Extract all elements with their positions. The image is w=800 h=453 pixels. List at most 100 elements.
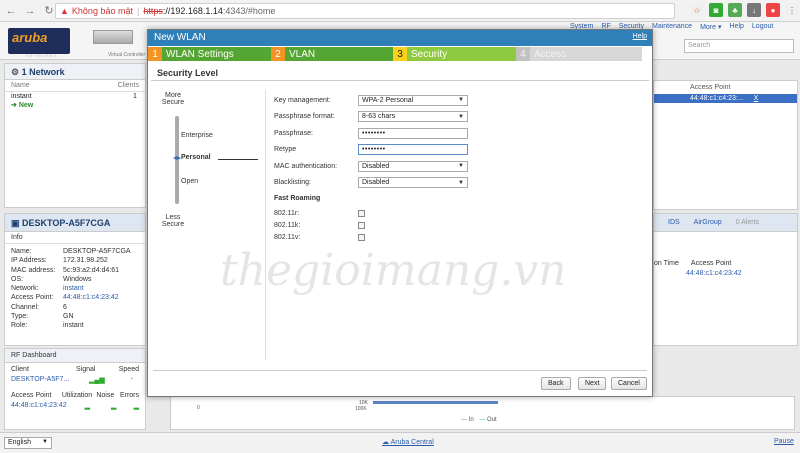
ids-table-header: on Time Access Point	[654, 260, 732, 267]
next-button[interactable]: Next	[578, 377, 607, 390]
slider-track[interactable]	[175, 116, 179, 204]
info-row: Role: instant	[11, 322, 84, 330]
forward-icon[interactable]: →	[22, 5, 38, 17]
network-name: instant	[11, 93, 32, 100]
nav-more[interactable]: More ▾	[700, 23, 721, 31]
access-point-link[interactable]: 44:48:c1:c4:23:42	[63, 293, 119, 302]
nav-logout[interactable]: Logout	[752, 23, 773, 31]
checkbox-11r[interactable]	[358, 209, 365, 217]
passphrase-format-row: Passphrase format: 8-63 chars ▼	[274, 109, 474, 126]
cancel-button[interactable]: Cancel	[611, 377, 647, 390]
level-enterprise[interactable]: Enterprise	[181, 132, 213, 139]
aruba-central-link[interactable]: ☁ Aruba Central	[382, 438, 434, 446]
table-row[interactable]: 44:48:c1:c4:23:42	[654, 267, 797, 277]
ap-header: Access Point	[690, 84, 731, 91]
passphrase-input[interactable]: ••••••••	[358, 127, 468, 139]
language-select[interactable]: English ▼	[4, 437, 52, 449]
pause-link[interactable]: Pause	[774, 438, 794, 445]
address-bar[interactable]: ▲ Không bảo mật | https ://192.168.1.14 …	[55, 3, 675, 19]
tab-ids[interactable]: IDS	[668, 219, 680, 226]
info-title: Info	[5, 232, 145, 244]
tick-label: 0	[197, 405, 200, 411]
rf-client-header: Client Signal Speed	[11, 366, 139, 373]
nav-help[interactable]: Help	[730, 23, 744, 31]
back-icon[interactable]: ←	[3, 5, 19, 17]
slider-handle-icon[interactable]	[173, 156, 181, 160]
security-form: Key management: WPA-2 Personal ▼ Passphra…	[274, 92, 474, 243]
info-row: IP Address: 172.31.98.252	[11, 257, 108, 265]
bar-icon: ▂	[133, 403, 139, 410]
roaming-11k-row: 802.11k:	[274, 219, 474, 231]
checkbox-11v[interactable]	[358, 233, 365, 241]
download-icon[interactable]: ↓	[747, 3, 761, 17]
step-access[interactable]: 4 Access	[516, 47, 642, 61]
mac-auth-select[interactable]: Disabled ▼	[358, 160, 468, 172]
signal-icon: ▂▄▆	[89, 377, 105, 384]
mac-auth-row: MAC authentication: Disabled ▼	[274, 158, 474, 175]
key-management-select[interactable]: WPA-2 Personal ▼	[358, 94, 468, 106]
roaming-11r-row: 802.11r:	[274, 207, 474, 219]
level-open[interactable]: Open	[181, 178, 198, 185]
chevron-down-icon: ▼	[458, 113, 464, 120]
network-link[interactable]: instant	[63, 284, 84, 293]
aruba-logo: aruba NETWORKS	[8, 28, 70, 58]
client-title: ▣ DESKTOP-A5F7CGA	[5, 214, 145, 232]
leaf-icon[interactable]: ♣	[728, 3, 742, 17]
logo-text: aruba	[12, 30, 48, 45]
info-row: Name: DESKTOP-A5F7CGA	[11, 248, 131, 255]
ids-tabs: IDS AirGroup 0 Alerts	[654, 214, 797, 232]
info-row: MAC address: 5c:93:a2:d4:d4:61	[11, 266, 120, 274]
url-separator: |	[136, 6, 140, 16]
step-security[interactable]: 3 Security	[393, 47, 516, 61]
level-personal[interactable]: Personal	[181, 154, 211, 161]
step-wlan-settings[interactable]: 1 WLAN Settings	[148, 47, 271, 61]
warning-icon: ▲	[60, 6, 69, 16]
chevron-down-icon: ▼	[458, 97, 464, 104]
rf-dashboard: RF Dashboard Client Signal Speed DESKTOP…	[4, 348, 146, 430]
search-input[interactable]: Search	[684, 39, 794, 53]
blacklisting-select[interactable]: Disabled ▼	[358, 177, 468, 189]
info-row: Access Point: 44:48:c1:c4:23:42	[11, 293, 119, 302]
blacklisting-row: Blacklisting: Disabled ▼	[274, 175, 474, 192]
fast-roaming-title: Fast Roaming	[274, 195, 321, 202]
back-button[interactable]: Back	[541, 377, 571, 390]
networks-title[interactable]: ⚙ 1 Network	[5, 64, 145, 80]
table-row[interactable]: 44:48:c1:c4:23:... X	[654, 94, 797, 103]
wizard-steps: 1 WLAN Settings 2 VLAN 3 Security 4 Access	[148, 47, 652, 61]
cart-icon[interactable]: ◙	[709, 3, 723, 17]
table-row[interactable]: 44:48:c1:c4:23:42 ▂ ▂ ▂	[5, 402, 145, 410]
passphrase-row: Passphrase: ••••••••	[274, 125, 474, 142]
networks-table-header: Name Clients	[5, 80, 145, 92]
extension-icon[interactable]: ●	[766, 3, 780, 17]
retype-row: Retype ••••••••	[274, 142, 474, 159]
chevron-down-icon: ▼	[458, 163, 464, 170]
tab-alerts[interactable]: 0 Alerts	[736, 219, 759, 226]
passphrase-format-select[interactable]: 8-63 chars ▼	[358, 111, 468, 123]
menu-icon[interactable]: ⋮	[785, 3, 799, 17]
table-row[interactable]: DESKTOP-A5F7... ▂▄▆ ◔	[5, 376, 145, 384]
chevron-down-icon: ▼	[42, 439, 48, 445]
step-vlan[interactable]: 2 VLAN	[271, 47, 393, 61]
plus-arrow-icon: ➔	[11, 102, 17, 109]
more-secure-label: More Secure	[161, 92, 185, 106]
chevron-down-icon: ▼	[458, 179, 464, 186]
security-label[interactable]: Không bảo mật	[72, 6, 133, 16]
browser-toolbar: ← → ↻ ▲ Không bảo mật | https ://192.168…	[0, 0, 800, 22]
table-row[interactable]: instant 1	[5, 92, 145, 101]
roaming-11v-row: 802.11v:	[274, 231, 474, 243]
tick-label: 100K	[355, 406, 367, 412]
retype-input[interactable]: ••••••••	[358, 144, 468, 156]
url-host: ://192.168.1.14	[162, 6, 223, 16]
info-row: Type: GN	[11, 313, 74, 321]
remove-icon[interactable]: X	[754, 95, 759, 102]
nav-maintenance[interactable]: Maintenance	[652, 23, 692, 31]
section-title: Security Level	[151, 61, 649, 81]
tab-airgroup[interactable]: AirGroup	[694, 219, 722, 226]
new-network-link[interactable]: ➔ New	[5, 101, 145, 109]
footer-divider	[153, 370, 647, 371]
monitor-icon: ▣	[11, 218, 20, 228]
help-link[interactable]: Help	[633, 33, 647, 40]
star-icon[interactable]: ☆	[690, 3, 704, 17]
checkbox-11k[interactable]	[358, 221, 365, 229]
client-panel: ▣ DESKTOP-A5F7CGA Info Name: DESKTOP-A5F7…	[4, 213, 146, 346]
